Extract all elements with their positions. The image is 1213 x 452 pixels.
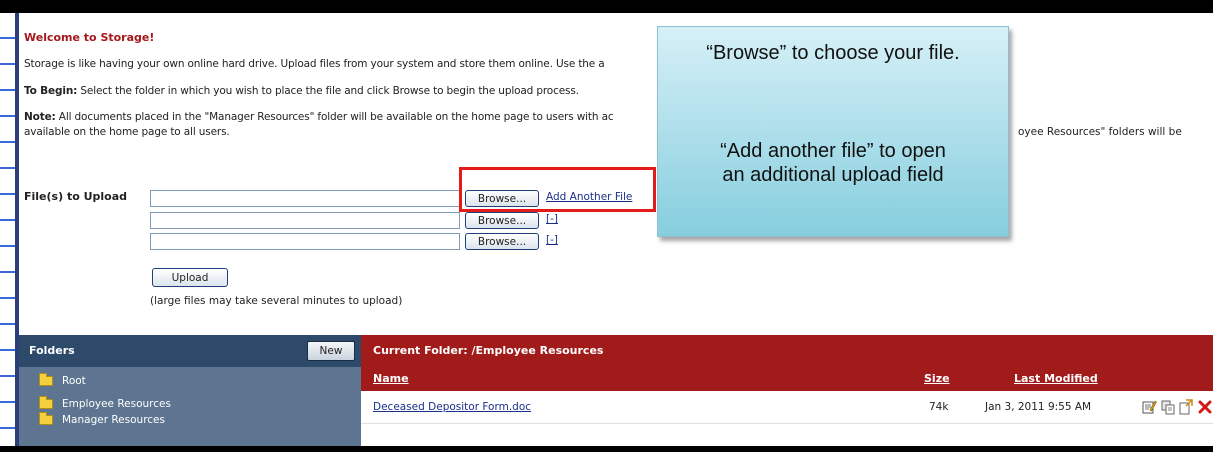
copy-icon[interactable] [1160,399,1176,415]
intro-line: Storage is like having your own online h… [24,58,605,70]
column-name-header[interactable]: Name [373,372,409,385]
remove-file-link-2[interactable]: [-] [546,213,558,225]
highlight-box [459,167,656,212]
to-begin-text: Select the folder in which you wish to p… [77,85,579,97]
callout-add-file-text: “Add another file” to open an additional… [720,140,946,186]
move-icon[interactable] [1178,399,1194,415]
browse-button-3[interactable]: Browse... [465,233,539,250]
folder-label: Employee Resources [62,398,171,410]
folder-icon [39,373,53,386]
callout-browse-text: “Browse” to choose your file. [706,42,960,64]
files-to-upload-label: File(s) to Upload [24,190,128,203]
file-modified: Jan 3, 2011 9:55 AM [985,401,1092,413]
note-label: Note: [24,111,56,123]
folder-item-root[interactable]: Root [39,373,86,387]
top-frame-bar [0,0,1213,13]
note-line-continued: oyee Resources" folders will be [1018,126,1182,138]
new-folder-button[interactable]: New [307,341,355,361]
upload-button[interactable]: Upload [152,268,228,287]
folder-item-manager-resources[interactable]: Manager Resources [39,412,165,426]
browse-button-2[interactable]: Browse... [465,212,539,229]
note-line: Note: All documents placed in the "Manag… [24,111,614,123]
file-name-link[interactable]: Deceased Depositor Form.doc [373,401,531,413]
file-input-3[interactable] [150,233,460,250]
left-margin-strip [0,13,15,446]
file-input-2[interactable] [150,212,460,229]
welcome-heading: Welcome to Storage! [24,31,155,44]
file-input-1[interactable] [150,190,460,207]
bottom-frame-bar [0,446,1213,452]
instruction-callout: “Browse” to choose your file. “Add anoth… [657,26,1009,237]
folder-label: Root [62,375,86,387]
row-divider [361,423,1213,424]
remove-file-link-3[interactable]: [-] [546,234,558,246]
to-begin-label: To Begin: [24,85,78,97]
file-size: 74k [929,401,949,413]
edit-icon[interactable] [1141,399,1157,415]
folder-label: Manager Resources [62,414,165,426]
note-text: All documents placed in the "Manager Res… [55,111,614,123]
folder-item-employee-resources[interactable]: Employee Resources [39,396,171,410]
note-line-2: available on the home page to all users. [24,126,230,138]
folder-icon [39,412,53,425]
current-folder-header: Current Folder: /Employee Resources [361,335,1213,367]
delete-icon[interactable] [1197,399,1213,415]
open-folder-icon [39,396,53,409]
upload-note: (large files may take several minutes to… [150,295,403,307]
to-begin-line: To Begin: Select the folder in which you… [24,85,579,97]
column-size-header[interactable]: Size [924,372,950,385]
column-modified-header[interactable]: Last Modified [1014,372,1098,385]
